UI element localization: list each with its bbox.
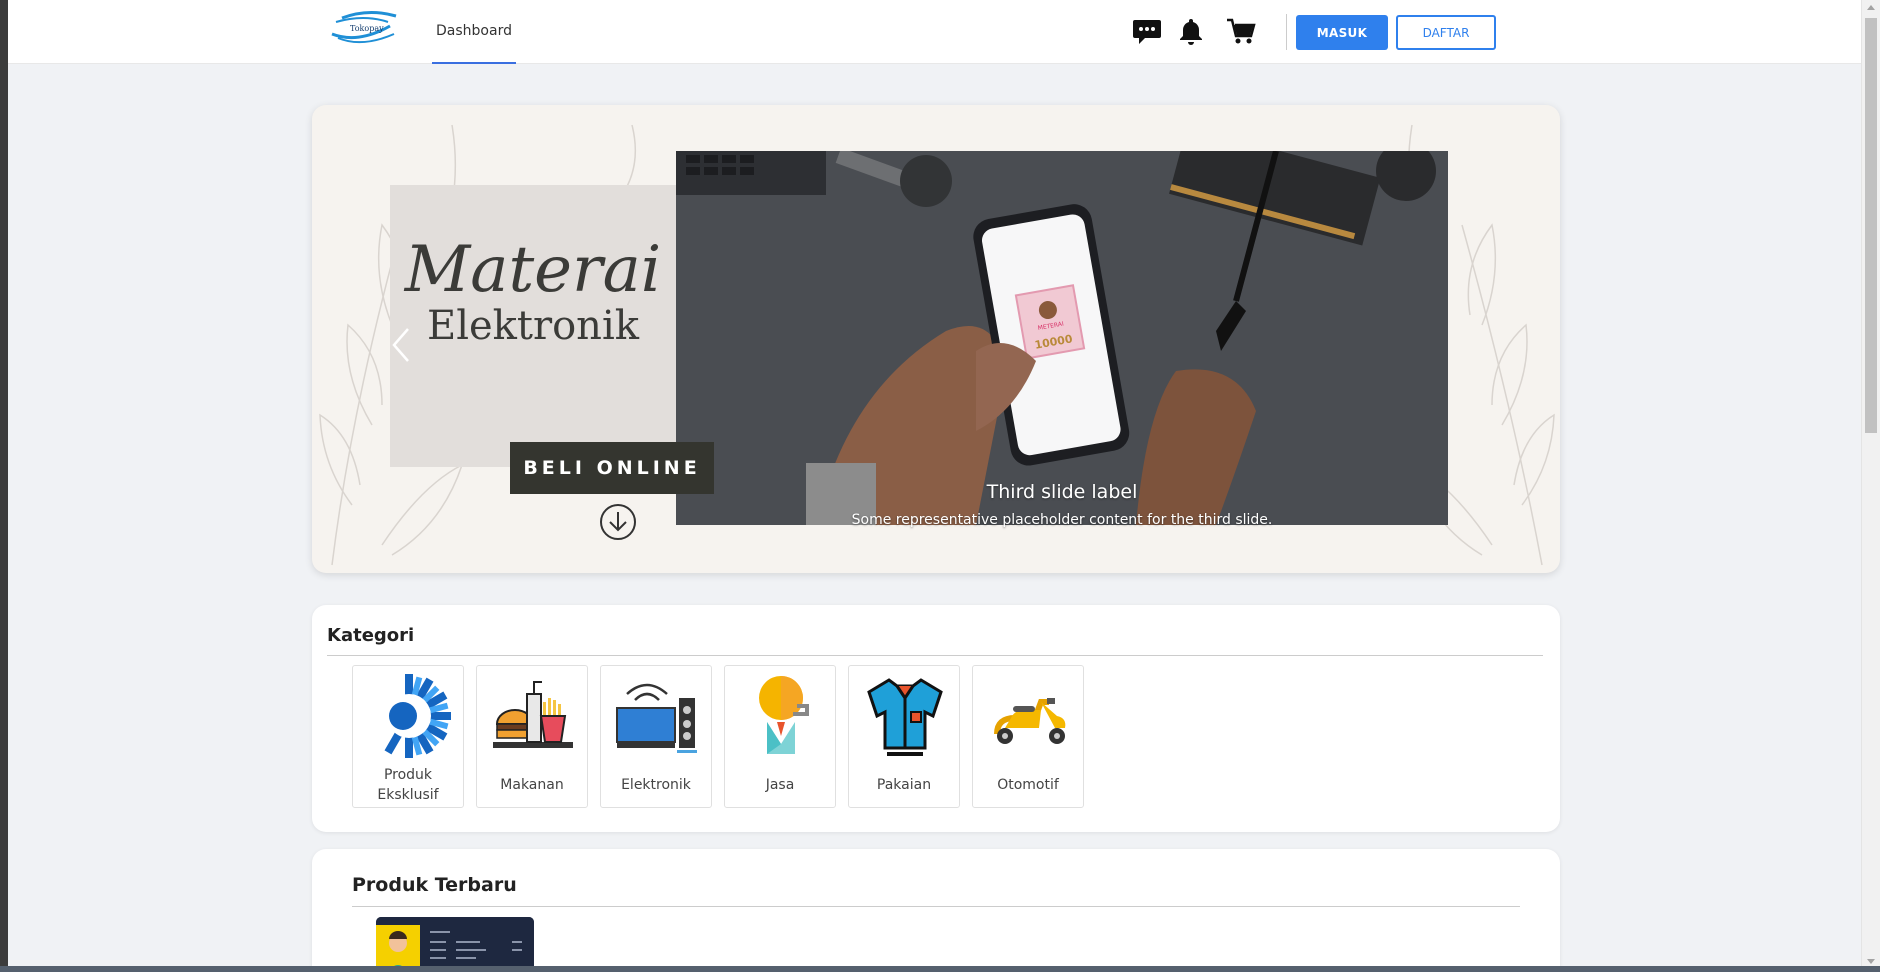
- scooter-icon: [994, 698, 1066, 744]
- produk-divider: [352, 906, 1520, 907]
- kategori-heading: Kategori: [327, 625, 415, 646]
- bell-icon[interactable]: [1176, 16, 1206, 46]
- cart-icon[interactable]: [1226, 16, 1256, 46]
- site-logo[interactable]: Tokopay: [328, 8, 398, 48]
- category-jasa[interactable]: Jasa: [724, 665, 836, 808]
- scroll-down-arrow-icon[interactable]: [1867, 959, 1875, 964]
- logo-text: Tokopay: [350, 24, 384, 33]
- category-label: Otomotif: [997, 777, 1059, 793]
- carousel-caption-text: Some representative placeholder content …: [851, 512, 1273, 528]
- nav-divider: [1286, 14, 1287, 50]
- category-label: Jasa: [765, 777, 795, 793]
- category-otomotif[interactable]: Otomotif: [972, 665, 1084, 808]
- tab-dashboard[interactable]: Dashboard: [432, 0, 516, 64]
- category-pakaian[interactable]: Pakaian: [848, 665, 960, 808]
- carousel-prev-icon[interactable]: [390, 327, 412, 363]
- daftar-button[interactable]: DAFTAR: [1396, 15, 1496, 50]
- os-taskbar-strip: [0, 966, 1880, 972]
- exclusive-burst-icon: [384, 674, 451, 758]
- product-card-thumbnail[interactable]: [376, 917, 534, 966]
- shirt-icon: [867, 678, 943, 756]
- category-label: Produk Eksklusif: [377, 767, 439, 803]
- vertical-scrollbar[interactable]: [1861, 0, 1880, 972]
- hero-carousel: Materai Elektronik METERAI 10000 BELI ON…: [312, 105, 1560, 573]
- category-label: Elektronik: [621, 777, 691, 793]
- category-label: Makanan: [500, 777, 564, 793]
- tv-speaker-icon: [616, 683, 697, 753]
- carousel-caption-title: Third slide label: [986, 481, 1138, 503]
- category-elektronik[interactable]: Elektronik: [600, 665, 712, 808]
- chat-icon[interactable]: [1132, 16, 1162, 46]
- page-viewport: Tokopay Dashboard MASUK DAFTAR Materai E…: [8, 0, 1861, 966]
- kategori-divider: [327, 655, 1543, 656]
- arrow-down-circle-icon[interactable]: [599, 503, 637, 541]
- fast-food-icon: [493, 681, 573, 748]
- top-navbar: Tokopay Dashboard MASUK DAFTAR: [8, 0, 1861, 64]
- masuk-button[interactable]: MASUK: [1296, 15, 1388, 50]
- scrollbar-thumb[interactable]: [1865, 18, 1877, 433]
- hero-photo-hand-phone: METERAI 10000: [676, 151, 1448, 525]
- kategori-section: Kategori Produk Eksklusif Makanan Elektr…: [312, 605, 1560, 832]
- produk-terbaru-section: Produk Terbaru: [312, 849, 1560, 966]
- service-person-icon: [759, 676, 809, 754]
- scroll-up-arrow-icon[interactable]: [1867, 5, 1875, 10]
- produk-terbaru-heading: Produk Terbaru: [352, 874, 517, 896]
- product-thumbnail-image: [376, 917, 534, 966]
- category-label: Pakaian: [876, 777, 932, 793]
- category-produk-eksklusif[interactable]: Produk Eksklusif: [352, 665, 464, 808]
- category-makanan[interactable]: Makanan: [476, 665, 588, 808]
